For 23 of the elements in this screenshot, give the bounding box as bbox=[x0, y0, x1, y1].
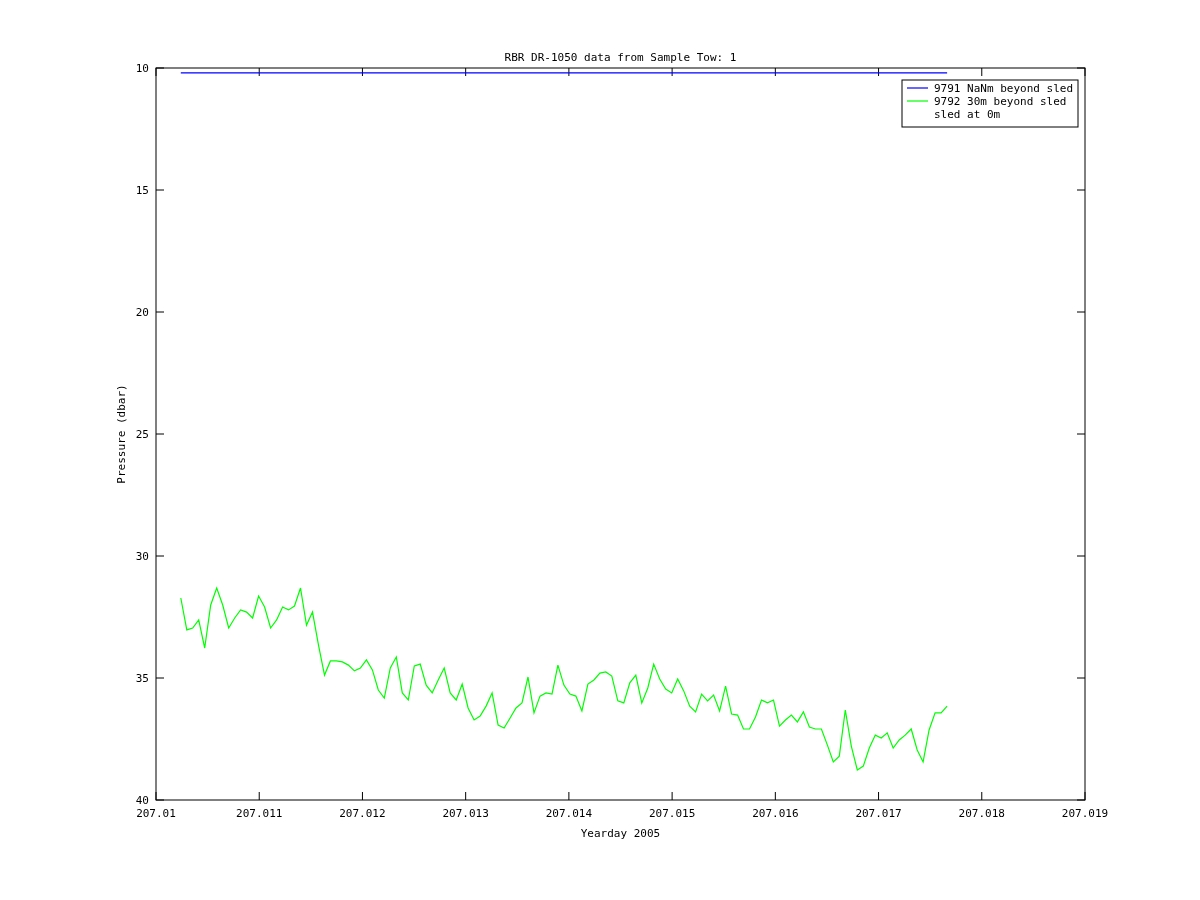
tick-label: 207.012 bbox=[339, 807, 386, 820]
tick-label: 207.01 bbox=[136, 807, 176, 820]
axis-label: Yearday 2005 bbox=[580, 827, 661, 840]
tick-label: 15 bbox=[135, 184, 149, 197]
tick-label: 207.017 bbox=[855, 807, 902, 820]
chart-title: RBR DR-1050 data from Sample Tow: 1 bbox=[504, 51, 737, 64]
tick-label: 20 bbox=[135, 306, 149, 319]
tick-label: 25 bbox=[135, 428, 149, 441]
tick-label: 10 bbox=[135, 62, 149, 75]
tick-label: 207.015 bbox=[648, 807, 696, 820]
tick-label: 207.014 bbox=[545, 807, 593, 820]
legend-label: 9791 NaNm beyond sled bbox=[934, 82, 1074, 95]
legend-label: 9792 30m beyond sled bbox=[934, 95, 1067, 108]
axis-label: Pressure (dbar) bbox=[115, 384, 128, 484]
tick-label: 40 bbox=[135, 794, 149, 807]
tick-label: 207.011 bbox=[236, 807, 283, 820]
tick-label: 207.019 bbox=[1061, 807, 1109, 820]
legend-label: sled at 0m bbox=[934, 108, 1001, 121]
tick-label: 207.013 bbox=[442, 807, 489, 820]
tick-label: 207.016 bbox=[752, 807, 799, 820]
tick-label: 35 bbox=[135, 672, 149, 685]
tick-label: 30 bbox=[135, 550, 149, 563]
tick-label: 207.018 bbox=[958, 807, 1005, 820]
